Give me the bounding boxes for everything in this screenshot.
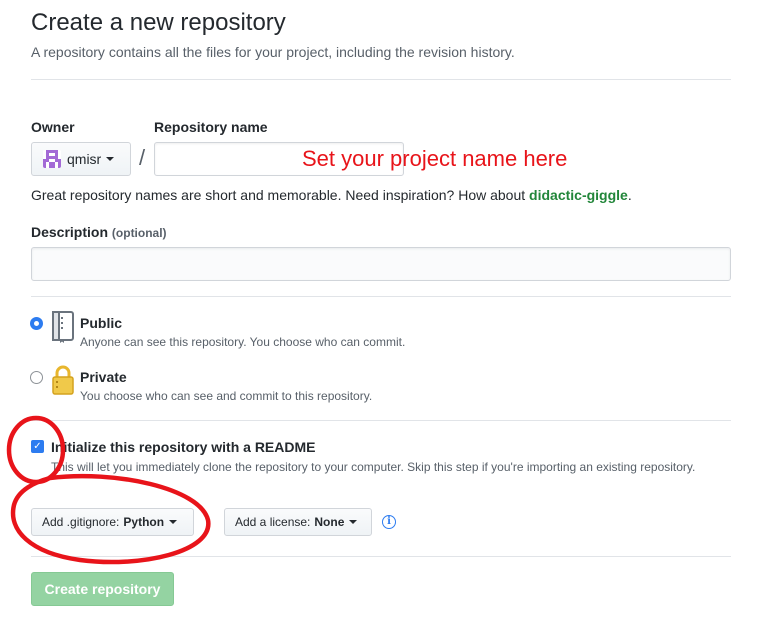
create-repository-button: Create repository <box>31 572 174 606</box>
divider <box>31 296 731 297</box>
divider <box>31 556 731 557</box>
name-suggestion-link[interactable]: didactic-giggle <box>529 187 628 203</box>
owner-repo-separator: / <box>139 145 146 170</box>
info-icon[interactable]: i <box>382 515 396 529</box>
readme-note: This will let you immediately clone the … <box>51 460 696 474</box>
owner-name: qmisr <box>67 151 102 167</box>
repo-name-label: Repository name <box>154 119 268 135</box>
description-input[interactable] <box>31 247 731 281</box>
private-option-title[interactable]: Private <box>80 368 127 386</box>
owner-label: Owner <box>31 119 75 135</box>
repo-book-icon <box>50 311 76 343</box>
name-hint: Great repository names are short and mem… <box>31 186 632 204</box>
description-label-text: Description <box>31 224 109 240</box>
divider <box>31 420 731 421</box>
page-title: Create a new repository <box>31 9 286 36</box>
gitignore-value: Python <box>123 515 165 529</box>
license-prefix: Add a license: <box>235 515 311 529</box>
name-hint-end: . <box>627 187 632 203</box>
lock-icon <box>50 364 76 396</box>
page-subtitle: A repository contains all the files for … <box>31 44 515 60</box>
readme-checkbox[interactable]: ✓ <box>31 440 44 453</box>
owner-dropdown[interactable]: qmisr <box>31 142 131 176</box>
divider <box>31 79 731 80</box>
gitignore-prefix: Add .gitignore: <box>42 515 120 529</box>
chevron-down-icon <box>349 520 358 524</box>
annotation-text: Set your project name here <box>302 146 568 171</box>
readme-label[interactable]: Initialize this repository with a README <box>51 438 315 456</box>
description-label: Description (optional) <box>31 223 167 242</box>
public-radio[interactable] <box>30 317 43 330</box>
chevron-down-icon <box>169 520 178 524</box>
avatar <box>43 150 61 168</box>
chevron-down-icon <box>106 157 115 161</box>
private-radio[interactable] <box>30 371 43 384</box>
gitignore-dropdown[interactable]: Add .gitignore: Python <box>31 508 194 536</box>
private-option-note: You choose who can see and commit to thi… <box>80 389 373 403</box>
public-option-title[interactable]: Public <box>80 314 122 332</box>
name-hint-text: Great repository names are short and mem… <box>31 187 530 203</box>
public-option-note: Anyone can see this repository. You choo… <box>80 335 406 349</box>
optional-tag: (optional) <box>111 226 167 240</box>
license-value: None <box>314 515 345 529</box>
license-dropdown[interactable]: Add a license: None <box>224 508 372 536</box>
create-repo-page: Create a new repository A repository con… <box>0 0 773 625</box>
